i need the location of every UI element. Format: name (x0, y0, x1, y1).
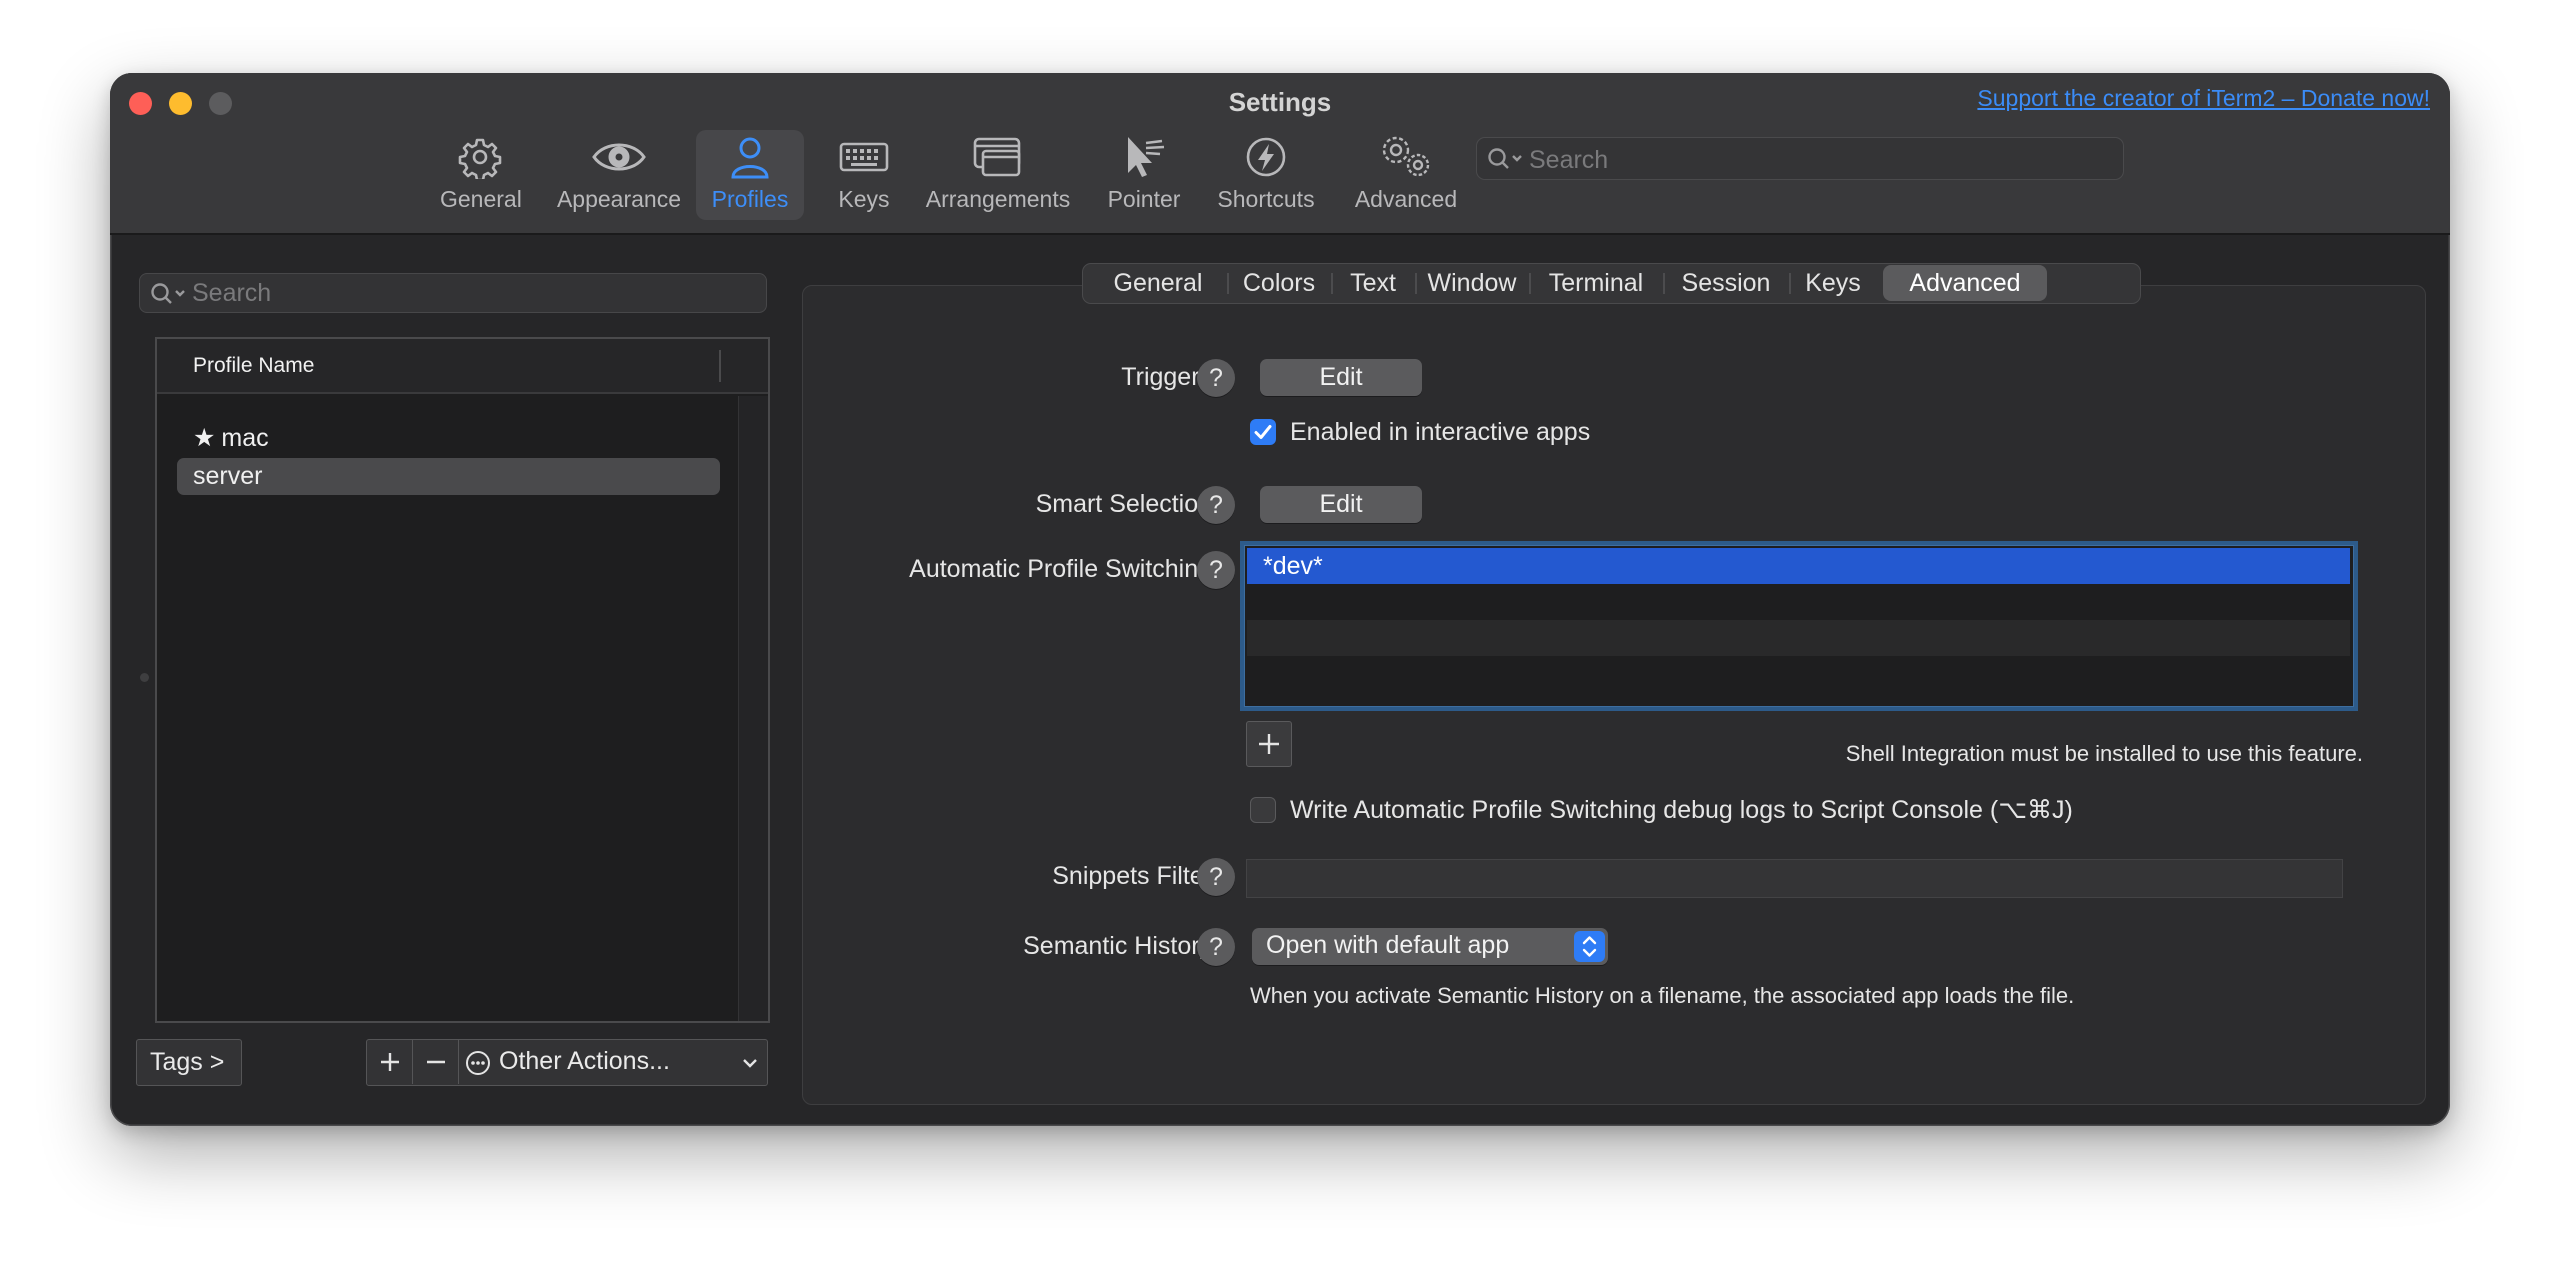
toolbar-keys-label: Keys (838, 186, 890, 212)
toolbar-advanced-label: Advanced (1354, 186, 1458, 212)
toolbar-arrangements[interactable]: Arrangements (922, 130, 1074, 220)
profile-table-scrollbar[interactable] (738, 396, 768, 1021)
donate-link[interactable]: Support the creator of iTerm2 – Donate n… (1977, 85, 2430, 112)
debug-logs-checkbox[interactable] (1250, 797, 1276, 823)
snippets-filter-input[interactable] (1246, 859, 2343, 898)
toolbar-general[interactable]: General (440, 130, 522, 220)
semantic-history-value: Open with default app (1266, 931, 1510, 959)
profile-search-field[interactable]: Search (139, 273, 767, 313)
tab-colors[interactable]: Colors (1229, 264, 1329, 302)
tab-session[interactable]: Session (1665, 264, 1787, 302)
pointer-icon (1102, 135, 1186, 179)
toolbar-profiles[interactable]: Profiles (696, 130, 804, 220)
plus-icon (1259, 734, 1279, 754)
tab-terminal[interactable]: Terminal (1531, 264, 1661, 302)
shell-integration-note: Shell Integration must be installed to u… (1845, 741, 2363, 766)
toolbar-appearance[interactable]: Appearance (554, 130, 684, 220)
keyboard-icon (830, 135, 898, 179)
toolbar-pointer-label: Pointer (1107, 186, 1181, 212)
profile-name: mac (221, 424, 269, 452)
toolbar-advanced[interactable]: Advanced (1342, 130, 1470, 220)
toolbar-appearance-label: Appearance (556, 186, 682, 212)
gears-icon (1342, 135, 1470, 179)
profile-table-header[interactable]: Profile Name (157, 339, 768, 394)
tab-window[interactable]: Window (1417, 264, 1527, 302)
profile-name: server (193, 462, 263, 490)
aps-empty-row (1247, 584, 2350, 620)
ellipsis-circle-icon (466, 1051, 490, 1075)
toolbar-keys[interactable]: Keys (830, 130, 898, 220)
tab-text[interactable]: Text (1333, 264, 1413, 302)
aps-label: Automatic Profile Switching: (909, 555, 1219, 583)
interactive-apps-checkbox[interactable] (1250, 419, 1276, 445)
toolbar-arrangements-label: Arrangements (925, 186, 1071, 212)
aps-rule-row[interactable]: *dev* (1247, 548, 2350, 584)
aps-rule-text: *dev* (1263, 552, 1323, 580)
aps-empty-row (1247, 620, 2350, 656)
profile-name-column-header: Profile Name (193, 354, 315, 377)
other-actions-menu[interactable]: Other Actions... (459, 1040, 767, 1084)
snippets-filter-help-button[interactable]: ? (1197, 858, 1235, 896)
aps-rules-list[interactable]: *dev* (1240, 541, 2358, 711)
semantic-history-note: When you activate Semantic History on a … (1250, 983, 2075, 1008)
profile-row-mac[interactable]: ★ mac (177, 419, 720, 456)
tab-advanced[interactable]: Advanced (1883, 265, 2047, 301)
updown-arrows-icon (1574, 931, 1605, 962)
interactive-apps-label: Enabled in interactive apps (1290, 418, 1591, 446)
triggers-edit-button[interactable]: Edit (1260, 359, 1422, 396)
plus-icon (381, 1053, 399, 1071)
snippets-filter-label: Snippets Filter: (1052, 862, 1219, 890)
bolt-icon (1210, 135, 1322, 179)
settings-search-field[interactable]: Search (1476, 137, 2124, 180)
triggers-help-button[interactable]: ? (1197, 359, 1235, 397)
profile-row-server[interactable]: server (177, 458, 720, 495)
column-divider (719, 350, 721, 382)
profile-actions-bar: Other Actions... (366, 1039, 768, 1086)
settings-window: Settings Support the creator of iTerm2 –… (110, 73, 2450, 1126)
toolbar-general-label: General (440, 186, 522, 212)
settings-search-placeholder: Search (1529, 146, 1609, 174)
aps-add-rule-button[interactable] (1246, 721, 1292, 767)
checkmark-icon (1254, 425, 1272, 439)
profile-table: Profile Name ★ mac server (155, 337, 770, 1023)
other-actions-label: Other Actions... (499, 1047, 670, 1075)
aps-help-button[interactable]: ? (1197, 551, 1235, 589)
smart-selection-label: Smart Selection: (1035, 490, 1219, 518)
tags-button[interactable]: Tags > (136, 1039, 242, 1086)
debug-logs-label: Write Automatic Profile Switching debug … (1290, 796, 2073, 824)
profile-search-placeholder: Search (192, 279, 272, 307)
search-icon (150, 282, 190, 311)
toolbar-pointer[interactable]: Pointer (1102, 130, 1186, 220)
semantic-history-label: Semantic History: (1023, 932, 1219, 960)
profile-tab-bar: General Colors Text Window Terminal Sess… (1082, 263, 2141, 304)
semantic-history-help-button[interactable]: ? (1197, 928, 1235, 966)
tab-keys[interactable]: Keys (1791, 264, 1875, 302)
star-icon: ★ (193, 424, 216, 452)
smart-selection-edit-button[interactable]: Edit (1260, 486, 1422, 523)
split-view-handle[interactable] (140, 673, 149, 682)
titlebar: Settings Support the creator of iTerm2 –… (110, 73, 2450, 235)
aps-empty-row (1247, 656, 2350, 692)
toolbar-shortcuts[interactable]: Shortcuts (1210, 130, 1322, 220)
windows-icon (922, 135, 1074, 179)
minus-icon (427, 1060, 445, 1064)
gear-icon (440, 135, 520, 179)
tab-general[interactable]: General (1091, 264, 1225, 302)
add-profile-button[interactable] (367, 1040, 413, 1084)
eye-icon (554, 135, 684, 179)
semantic-history-select[interactable]: Open with default app (1252, 928, 1608, 965)
smart-selection-help-button[interactable]: ? (1197, 486, 1235, 524)
toolbar-profiles-label: Profiles (711, 186, 789, 212)
person-icon (696, 135, 804, 179)
remove-profile-button[interactable] (413, 1040, 459, 1084)
toolbar-shortcuts-label: Shortcuts (1217, 186, 1315, 212)
chevron-down-icon (743, 1059, 757, 1068)
search-icon (1487, 147, 1527, 176)
